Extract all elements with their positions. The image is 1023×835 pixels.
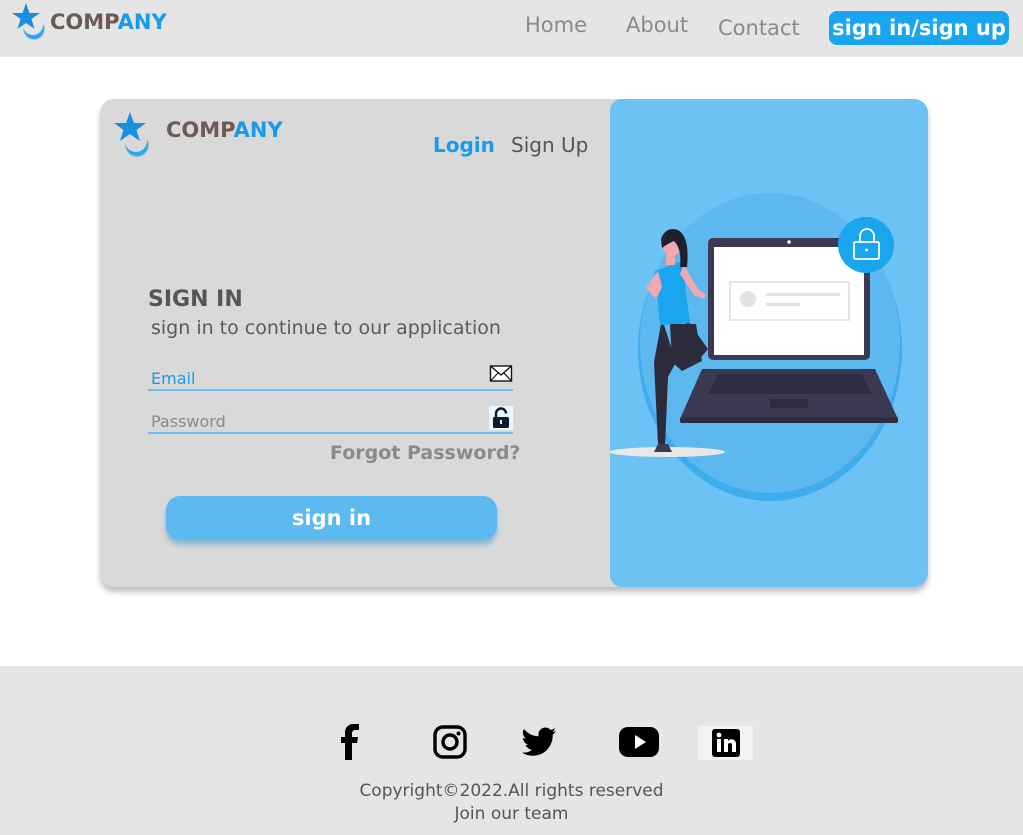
nav-contact-link[interactable]: Contact: [718, 16, 800, 40]
forgot-password-link[interactable]: Forgot Password?: [330, 442, 520, 464]
form-subtitle: sign in to continue to our application: [151, 317, 501, 339]
instagram-icon[interactable]: [432, 723, 468, 761]
join-team-link[interactable]: Join our team: [0, 804, 1023, 824]
copyright-text: Copyright©2022.All rights reserved: [359, 781, 664, 801]
logo-wordmark: COMPANY: [166, 118, 283, 142]
nav-about-link[interactable]: About: [626, 13, 688, 37]
card-logo: COMPANY: [113, 110, 283, 157]
youtube-icon[interactable]: [618, 723, 660, 761]
lock-icon: [838, 217, 894, 273]
logo-wordmark: COMPANY: [50, 10, 167, 34]
logo-star-icon: [10, 2, 50, 42]
login-card: COMPANY Login Sign Up SIGN IN sign in to…: [100, 99, 928, 587]
tab-login[interactable]: Login: [433, 133, 495, 157]
nav-home-link[interactable]: Home: [525, 13, 587, 37]
login-illustration: [610, 193, 902, 501]
sign-in-button[interactable]: sign in: [166, 496, 497, 540]
linkedin-icon[interactable]: [698, 726, 753, 760]
email-input[interactable]: [151, 367, 471, 389]
email-field: [148, 365, 513, 391]
logo-text-part1: COMP: [50, 10, 118, 34]
twitter-icon[interactable]: [520, 723, 558, 761]
logo-star-icon: [113, 110, 153, 157]
logo-text-part2: ANY: [233, 118, 283, 142]
lock-icon: [489, 406, 513, 430]
envelope-icon: [489, 363, 513, 385]
password-field: [148, 406, 513, 434]
top-navbar: COMPANY Home About Contact sign in/sign …: [0, 0, 1023, 57]
password-input[interactable]: [151, 410, 471, 432]
logo-text-part1: COMP: [166, 118, 234, 142]
footer: Copyright©2022.All rights reserved Join …: [0, 666, 1023, 835]
illustration-panel: [610, 99, 928, 587]
facebook-icon[interactable]: [333, 723, 367, 761]
tab-signup[interactable]: Sign Up: [511, 133, 588, 157]
navbar-logo[interactable]: COMPANY: [10, 2, 167, 42]
logo-text-part2: ANY: [117, 10, 167, 34]
signin-signup-button[interactable]: sign in/sign up: [829, 11, 1009, 45]
form-title: SIGN IN: [148, 287, 243, 312]
